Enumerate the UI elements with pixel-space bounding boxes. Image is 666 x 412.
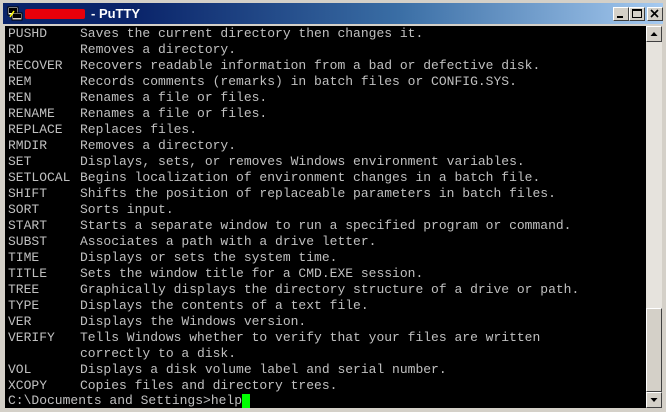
command-name: REM	[8, 74, 32, 89]
command-description: Starts a separate window to run a specif…	[80, 218, 572, 233]
command-name: REN	[8, 90, 32, 105]
minimize-icon	[617, 16, 623, 18]
command-description: Recovers readable information from a bad…	[80, 58, 541, 73]
scrollbar-thumb[interactable]	[646, 308, 662, 392]
command-description: Displays, sets, or removes Windows envir…	[80, 154, 525, 169]
terminal-line: VERIFY Tells Windows whether to verify th…	[8, 330, 579, 346]
close-icon	[650, 9, 659, 18]
command-description: Replaces files.	[80, 122, 198, 137]
terminal-line: SORT Sorts input.	[8, 202, 579, 218]
command-name: VER	[8, 314, 32, 329]
terminal-line: REPLACE Replaces files.	[8, 122, 579, 138]
terminal-line: SET Displays, sets, or removes Windows en…	[8, 154, 579, 170]
command-name: TITLE	[8, 266, 48, 281]
maximize-button[interactable]	[629, 7, 645, 21]
command-prompt: C:\Documents and Settings>help	[8, 393, 243, 408]
vertical-scrollbar[interactable]	[646, 26, 662, 408]
minimize-button[interactable]	[613, 7, 629, 21]
redacted-host-label	[25, 9, 85, 19]
command-description: Shifts the position of replaceable param…	[80, 186, 556, 201]
command-description: Copies files and directory trees.	[80, 378, 338, 393]
terminal-line: RECOVER Recovers readable information fro…	[8, 58, 579, 74]
terminal-line: SHIFT Shifts the position of replaceable …	[8, 186, 579, 202]
terminal-line: SUBST Associates a path with a drive lett…	[8, 234, 579, 250]
terminal-screen[interactable]: PUSHD Saves the current directory then ch…	[5, 26, 646, 408]
command-description: Removes a directory.	[80, 138, 237, 153]
command-description: Associates a path with a drive letter.	[80, 234, 377, 249]
terminal-line: REN Renames a file or files.	[8, 90, 579, 106]
command-name: SUBST	[8, 234, 48, 249]
terminal-line: TYPE Displays the contents of a text file…	[8, 298, 579, 314]
command-prompt-line[interactable]: C:\Documents and Settings>help	[8, 393, 251, 408]
terminal-line: VER Displays the Windows version.	[8, 314, 579, 330]
terminal-line: SETLOCAL Begins localization of environme…	[8, 170, 579, 186]
terminal-line: XCOPY Copies files and directory trees.	[8, 378, 579, 394]
terminal-line: TITLE Sets the window title for a CMD.EXE…	[8, 266, 579, 282]
command-name: XCOPY	[8, 378, 48, 393]
close-button[interactable]	[647, 7, 663, 21]
maximize-icon	[632, 9, 642, 18]
scroll-up-arrow-icon	[650, 32, 658, 36]
terminal-line: RMDIR Removes a directory.	[8, 138, 579, 154]
command-name: VOL	[8, 362, 32, 377]
scroll-down-arrow-icon	[650, 398, 658, 402]
terminal-line: correctly to a disk.	[8, 346, 579, 362]
terminal-output: PUSHD Saves the current directory then ch…	[8, 26, 579, 394]
command-description: Tells Windows whether to verify that you…	[80, 330, 541, 345]
terminal-line: RD Removes a directory.	[8, 42, 579, 58]
command-description: Sorts input.	[80, 202, 174, 217]
command-name: SORT	[8, 202, 40, 217]
putty-window: - PuTTY PUSHD Saves the current directory…	[0, 0, 666, 411]
command-description: Displays or sets the system time.	[80, 250, 338, 265]
command-description: Renames a file or files.	[80, 106, 268, 121]
command-name: TYPE	[8, 298, 40, 313]
command-description: Sets the window title for a CMD.EXE sess…	[80, 266, 424, 281]
command-name: SET	[8, 154, 32, 169]
text-cursor	[242, 394, 251, 408]
title-bar[interactable]: - PuTTY	[3, 3, 663, 24]
command-description: Saves the current directory then changes…	[80, 26, 424, 41]
command-name: TIME	[8, 250, 40, 265]
terminal-line: TIME Displays or sets the system time.	[8, 250, 579, 266]
command-description: Displays a disk volume label and serial …	[80, 362, 447, 377]
command-name: RENAME	[8, 106, 55, 121]
scroll-up-button[interactable]	[646, 26, 662, 42]
scroll-down-button[interactable]	[646, 392, 662, 408]
command-description: Displays the contents of a text file.	[80, 298, 369, 313]
window-title: - PuTTY	[91, 6, 141, 21]
putty-app-icon[interactable]	[7, 6, 23, 21]
command-name: SHIFT	[8, 186, 48, 201]
terminal-line: VOL Displays a disk volume label and seri…	[8, 362, 579, 378]
command-description: Displays the Windows version.	[80, 314, 307, 329]
terminal-line: PUSHD Saves the current directory then ch…	[8, 26, 579, 42]
terminal-line: REM Records comments (remarks) in batch f…	[8, 74, 579, 90]
command-description: Begins localization of environment chang…	[80, 170, 541, 185]
terminal-line: RENAME Renames a file or files.	[8, 106, 579, 122]
command-description: Removes a directory.	[80, 42, 237, 57]
command-description: Graphically displays the directory struc…	[80, 282, 580, 297]
command-name: START	[8, 218, 48, 233]
command-name: SETLOCAL	[8, 170, 71, 185]
command-name: REPLACE	[8, 122, 63, 137]
command-name: RECOVER	[8, 58, 63, 73]
terminal-line: START Starts a separate window to run a s…	[8, 218, 579, 234]
command-description: correctly to a disk.	[80, 346, 237, 361]
command-description: Renames a file or files.	[80, 90, 268, 105]
command-name: RMDIR	[8, 138, 48, 153]
command-name: PUSHD	[8, 26, 48, 41]
command-name: RD	[8, 42, 24, 57]
command-name: TREE	[8, 282, 40, 297]
terminal-line: TREE Graphically displays the directory s…	[8, 282, 579, 298]
command-name: VERIFY	[8, 330, 55, 345]
command-description: Records comments (remarks) in batch file…	[80, 74, 517, 89]
